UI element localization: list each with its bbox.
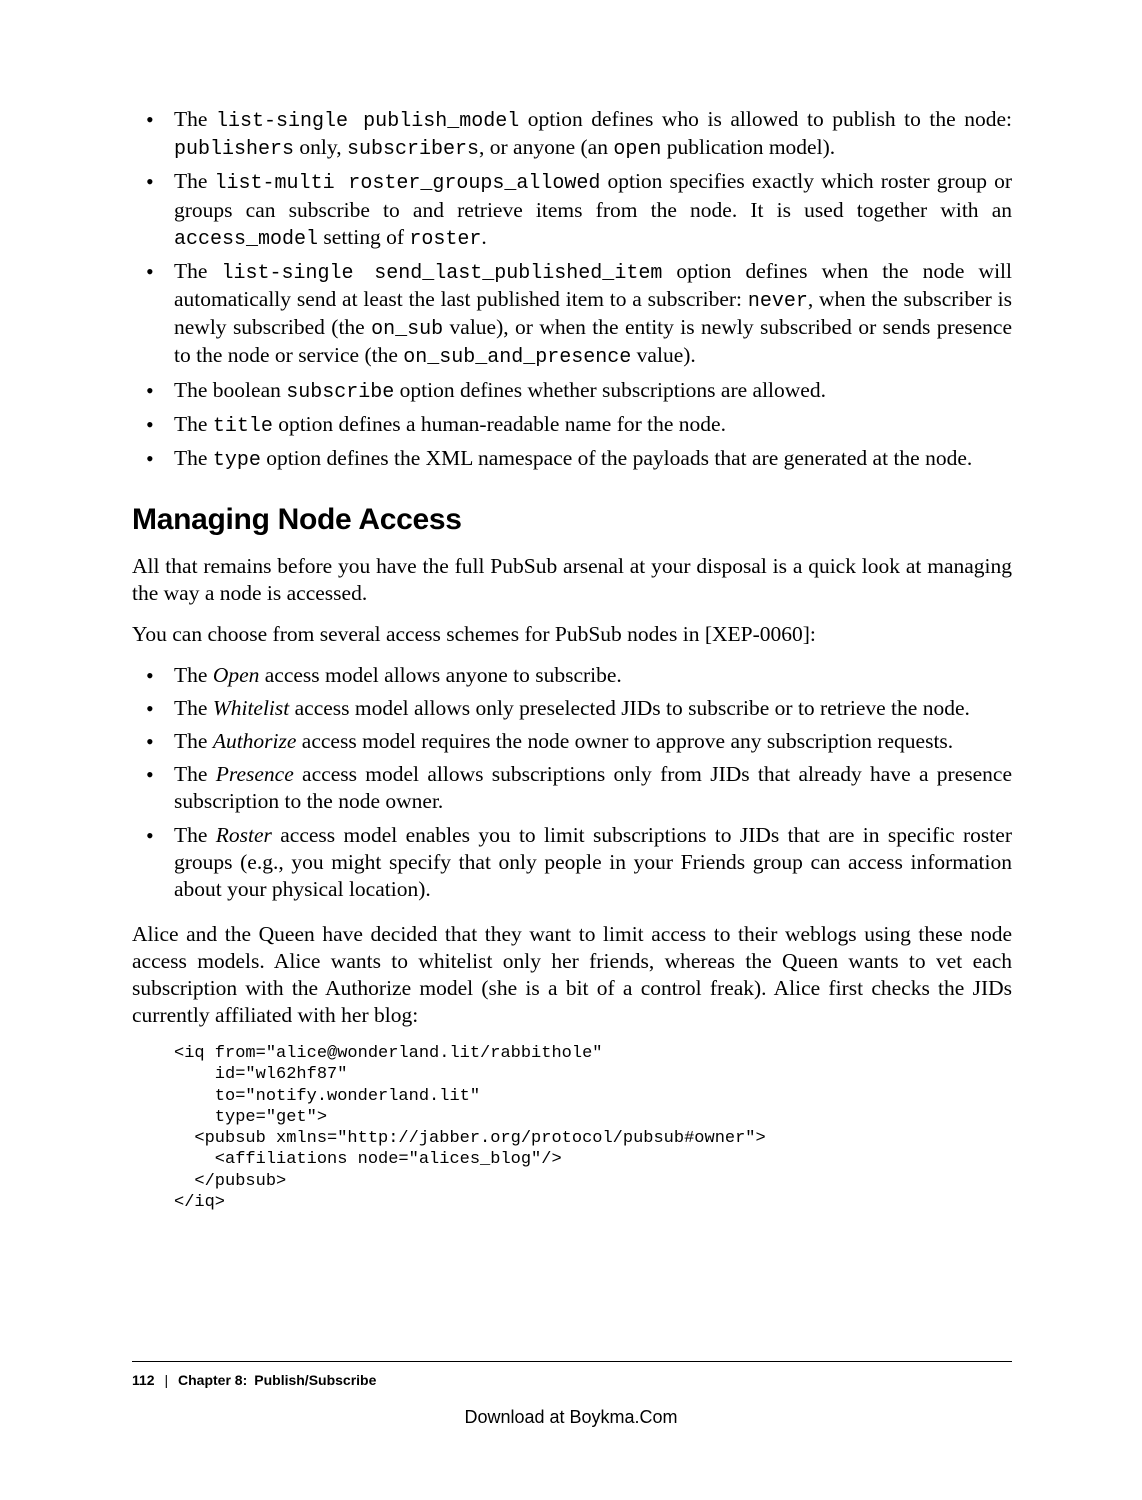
page-number: 112 <box>132 1372 155 1388</box>
text: The <box>174 823 216 847</box>
code-span: list-multi roster_groups_allowed <box>215 172 601 195</box>
text: The <box>174 259 222 283</box>
text: . <box>481 225 486 249</box>
list-item: The list-multi roster_groups_allowed opt… <box>174 168 1012 251</box>
emphasis: Open <box>213 663 260 687</box>
code-span: never <box>748 290 808 313</box>
page-content: The list-single publish_model option def… <box>132 106 1012 1213</box>
download-note: Download at Boykma.Com <box>0 1407 1142 1428</box>
text: option defines a human-readable name for… <box>273 412 726 436</box>
text: only, <box>294 135 347 159</box>
page-footer: 112 | Chapter 8: Publish/Subscribe <box>132 1361 1012 1388</box>
code-block: <iq from="alice@wonderland.lit/rabbithol… <box>174 1043 1012 1213</box>
text: The <box>174 169 215 193</box>
code-span: on_sub <box>371 318 443 341</box>
list-item: The title option defines a human-readabl… <box>174 411 1012 439</box>
text: access model enables you to limit subscr… <box>174 823 1012 901</box>
access-models-list: The Open access model allows anyone to s… <box>132 662 1012 903</box>
text: The <box>174 663 213 687</box>
section-heading: Managing Node Access <box>132 501 1012 539</box>
options-list: The list-single publish_model option def… <box>132 106 1012 473</box>
list-item: The Open access model allows anyone to s… <box>174 662 1012 689</box>
text: setting of <box>318 225 409 249</box>
code-span: type <box>213 449 261 472</box>
code-span: title <box>213 415 273 438</box>
text: access model allows subscriptions only f… <box>174 762 1012 813</box>
text: The boolean <box>174 378 286 402</box>
text: option defines the XML namespace of the … <box>261 446 972 470</box>
emphasis: Authorize <box>213 729 297 753</box>
code-span: publishers <box>174 138 294 161</box>
emphasis: Whitelist <box>213 696 289 720</box>
text: , or anyone (an <box>479 135 613 159</box>
text: The <box>174 107 216 131</box>
page: The list-single publish_model option def… <box>0 0 1142 1500</box>
code-span: list-single publish_model <box>216 110 519 133</box>
chapter-label: Chapter 8: Publish/Subscribe <box>178 1372 376 1388</box>
paragraph: You can choose from several access schem… <box>132 621 1012 648</box>
text: The <box>174 696 213 720</box>
text: The <box>174 729 213 753</box>
list-item: The Roster access model enables you to l… <box>174 822 1012 903</box>
emphasis: Roster <box>216 823 272 847</box>
text: option defines who is allowed to publish… <box>519 107 1012 131</box>
code-span: subscribers <box>347 138 479 161</box>
text: access model requires the node owner to … <box>296 729 953 753</box>
code-span: open <box>613 138 661 161</box>
code-span: access_model <box>174 228 318 251</box>
paragraph: Alice and the Queen have decided that th… <box>132 921 1012 1029</box>
list-item: The list-single publish_model option def… <box>174 106 1012 162</box>
list-item: The list-single send_last_published_item… <box>174 258 1012 371</box>
list-item: The Authorize access model requires the … <box>174 728 1012 755</box>
text: option defines whether subscriptions are… <box>394 378 826 402</box>
code-span: list-single send_last_published_item <box>222 262 663 285</box>
text: publication model). <box>661 135 835 159</box>
text: The <box>174 412 213 436</box>
emphasis: Presence <box>216 762 294 786</box>
footer-separator: | <box>164 1372 168 1388</box>
code-span: roster <box>409 228 481 251</box>
code-span: subscribe <box>286 381 394 404</box>
list-item: The Presence access model allows subscri… <box>174 761 1012 815</box>
list-item: The Whitelist access model allows only p… <box>174 695 1012 722</box>
text: access model allows only preselected JID… <box>289 696 970 720</box>
text: access model allows anyone to subscribe. <box>259 663 621 687</box>
text: The <box>174 762 216 786</box>
code-span: on_sub_and_presence <box>403 346 631 369</box>
text: value). <box>631 343 695 367</box>
paragraph: All that remains before you have the ful… <box>132 553 1012 607</box>
text: The <box>174 446 213 470</box>
list-item: The boolean subscribe option defines whe… <box>174 377 1012 405</box>
list-item: The type option defines the XML namespac… <box>174 445 1012 473</box>
